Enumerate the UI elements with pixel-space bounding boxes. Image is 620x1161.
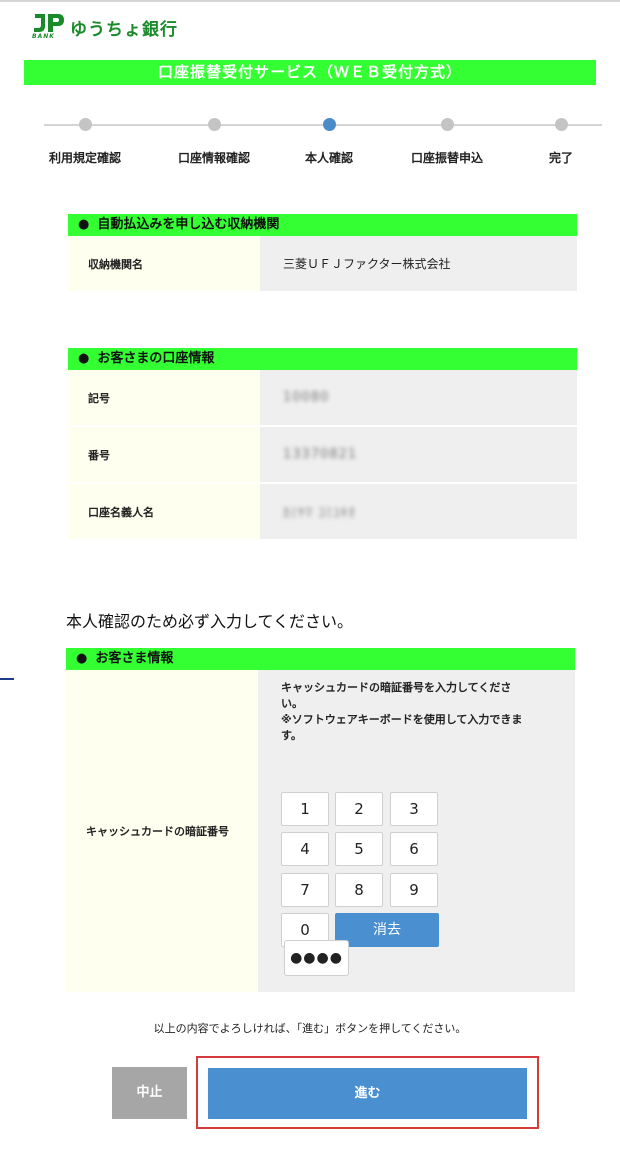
- customer-section: ● お客さま情報 キャッシュカードの暗証番号 キャッシュカードの暗証番号を入力して…: [66, 648, 575, 992]
- row-value: 10080: [260, 370, 577, 425]
- keypad-key-3[interactable]: 3: [390, 792, 438, 826]
- row-label: 口座名義人名: [68, 484, 260, 539]
- account-section: ● お客さまの口座情報 記号 10080 番号 13370821 口座名義人名 ｶ…: [68, 348, 577, 541]
- keypad-key-5[interactable]: 5: [335, 832, 383, 866]
- next-button[interactable]: 進む: [208, 1068, 527, 1119]
- keypad-key-7[interactable]: 7: [281, 873, 329, 907]
- instruction-text: 本人確認のため必ず入力してください。: [66, 612, 354, 631]
- left-marker: [0, 678, 14, 680]
- pin-note: キャッシュカードの暗証番号を入力してください。 ※ソフトウェアキーボードを使用し…: [281, 680, 526, 744]
- step-label: 口座情報確認: [177, 151, 250, 165]
- section-heading: ● 自動払込みを申し込む収納機関: [68, 214, 577, 236]
- keypad-key-2[interactable]: 2: [335, 792, 383, 826]
- step-dot: [440, 118, 454, 131]
- row-value: 三菱ＵＦＪファクター株式会社: [260, 236, 577, 291]
- step-dot: [322, 118, 336, 131]
- step-application: 口座振替申込: [392, 116, 502, 166]
- keypad-clear-button[interactable]: 消去: [335, 913, 439, 947]
- pin-display-field[interactable]: ●●●●: [284, 940, 349, 976]
- account-number-value: 13370821: [283, 447, 358, 462]
- table-row: 収納機関名 三菱ＵＦＪファクター株式会社: [68, 236, 577, 293]
- row-label: 記号: [68, 370, 260, 425]
- row-value: ｶﾐﾔﾏ ｺﾐﾕｷｵ: [260, 484, 577, 539]
- keypad-key-6[interactable]: 6: [390, 832, 438, 866]
- section-heading-text: 自動払込みを申し込む収納機関: [97, 217, 280, 232]
- cancel-button[interactable]: 中止: [112, 1067, 187, 1119]
- step-identity: 本人確認: [274, 116, 384, 166]
- logo-name: ゆうちょ銀行: [70, 20, 178, 40]
- account-holder-value: ｶﾐﾔﾏ ｺﾐﾕｷｵ: [283, 506, 356, 521]
- row-label: 収納機関名: [68, 236, 260, 291]
- table-row: 記号 10080: [68, 370, 577, 427]
- step-complete: 完了: [506, 116, 616, 166]
- confirm-text: 以上の内容でよろしければ、「進む」ボタンを押してください。: [153, 1022, 467, 1035]
- jp-bank-logo-icon: BANK: [32, 12, 68, 42]
- step-label: 口座振替申込: [410, 151, 483, 165]
- step-label: 完了: [548, 151, 573, 165]
- bullet-icon: ●: [76, 651, 88, 666]
- table-row: 口座名義人名 ｶﾐﾔﾏ ｺﾐﾕｷｵ: [68, 484, 577, 541]
- bullet-icon: ●: [78, 217, 90, 232]
- pin-input-area: キャッシュカードの暗証番号を入力してください。 ※ソフトウェアキーボードを使用し…: [258, 670, 575, 992]
- account-symbol-value: 10080: [283, 390, 330, 405]
- keypad-key-8[interactable]: 8: [335, 873, 383, 907]
- pin-note-line-2: ※ソフトウェアキーボードを使用して入力できます。: [281, 713, 523, 742]
- keypad-key-4[interactable]: 4: [281, 832, 329, 866]
- logo-bank-text: BANK: [32, 33, 55, 40]
- pin-note-line-1: キャッシュカードの暗証番号を入力してください。: [281, 681, 512, 710]
- institution-section: ● 自動払込みを申し込む収納機関 収納機関名 三菱ＵＦＪファクター株式会社: [68, 214, 577, 293]
- keypad-key-9[interactable]: 9: [390, 873, 438, 907]
- row-value: 13370821: [260, 427, 577, 482]
- step-dot: [78, 118, 92, 131]
- step-terms: 利用規定確認: [30, 116, 140, 166]
- section-heading: ● お客さまの口座情報: [68, 348, 577, 370]
- step-label: 本人確認: [304, 151, 353, 165]
- top-border: [0, 0, 620, 2]
- row-label: 番号: [68, 427, 260, 482]
- pin-row: キャッシュカードの暗証番号 キャッシュカードの暗証番号を入力してください。 ※ソ…: [66, 670, 575, 992]
- step-label: 利用規定確認: [48, 151, 121, 165]
- keypad-key-1[interactable]: 1: [281, 792, 329, 826]
- bullet-icon: ●: [78, 351, 90, 366]
- next-button-highlight: 進む: [196, 1056, 539, 1129]
- page-title: 口座振替受付サービス（ＷＥＢ受付方式）: [24, 60, 596, 85]
- section-heading: ● お客さま情報: [66, 648, 575, 670]
- table-row: 番号 13370821: [68, 427, 577, 484]
- step-dot: [554, 118, 568, 131]
- section-heading-text: お客さま情報: [95, 651, 174, 666]
- step-account-info: 口座情報確認: [159, 116, 269, 166]
- bank-logo: BANK ゆうちょ銀行: [32, 12, 178, 42]
- pin-label: キャッシュカードの暗証番号: [66, 670, 258, 992]
- step-indicator: 利用規定確認 口座情報確認 本人確認 口座振替申込 完了: [44, 116, 604, 166]
- step-dot: [207, 118, 221, 131]
- section-heading-text: お客さまの口座情報: [97, 351, 215, 366]
